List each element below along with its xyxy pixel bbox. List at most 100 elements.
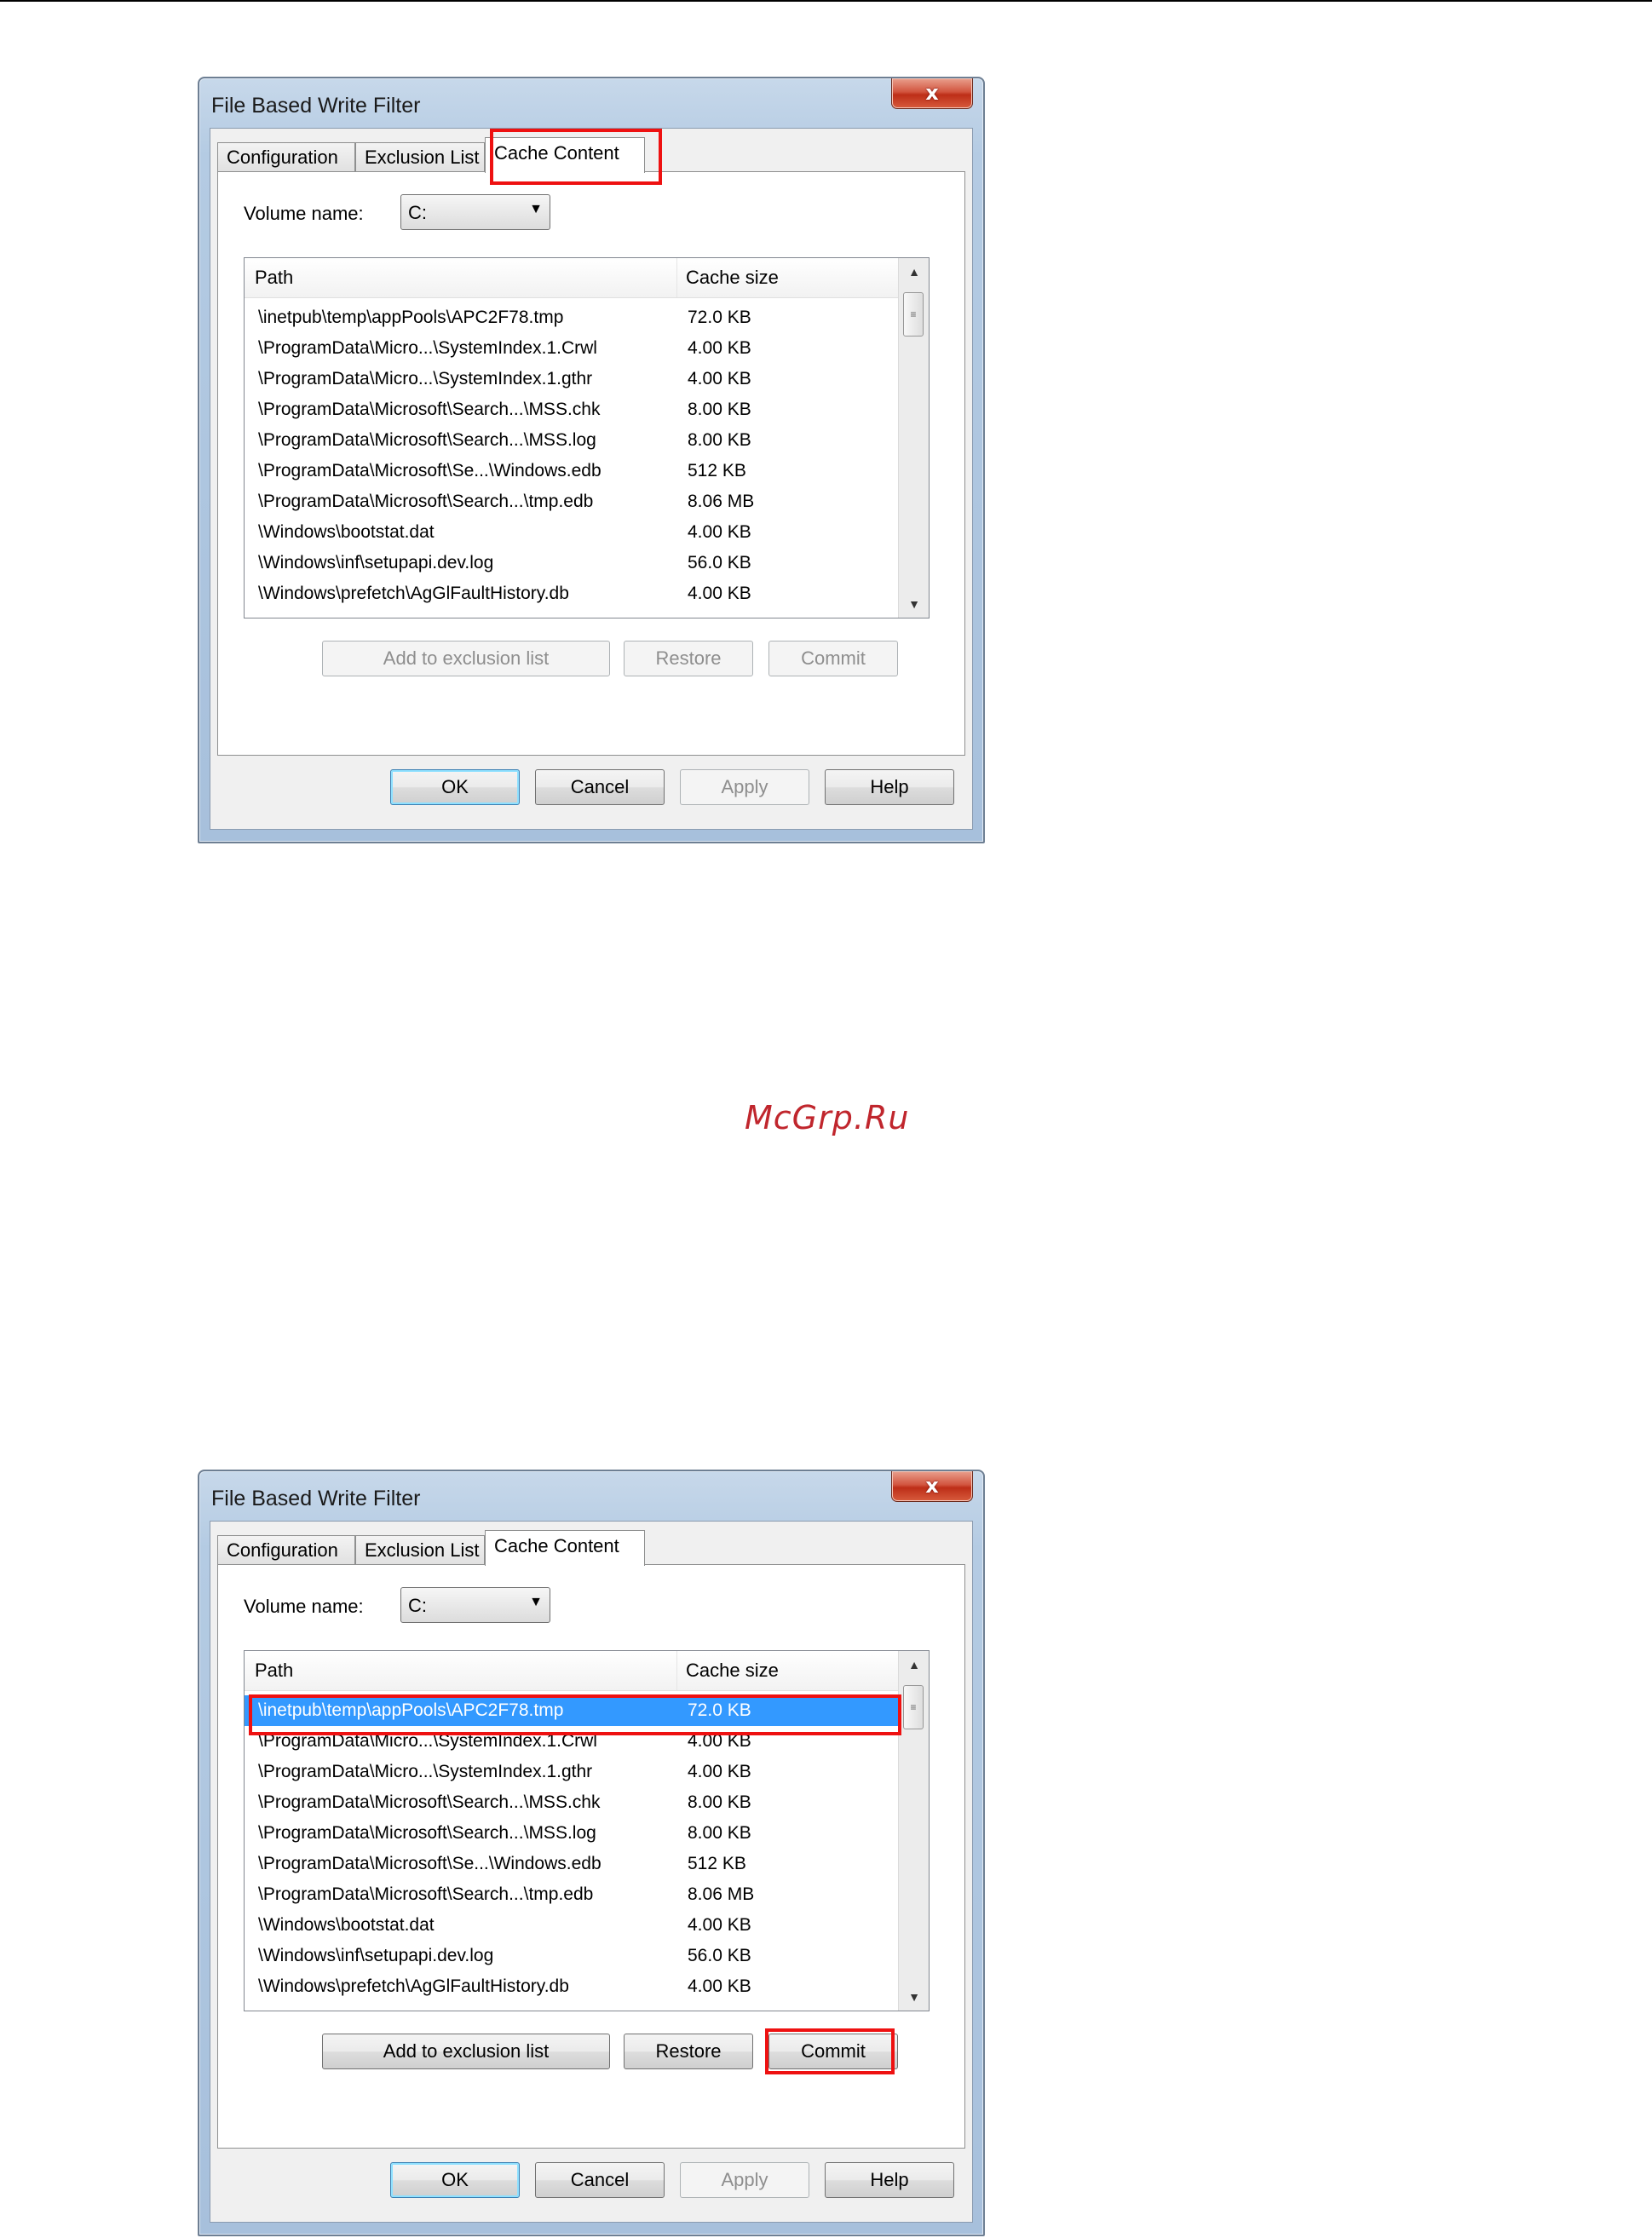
cancel-button[interactable]: Cancel xyxy=(535,2162,665,2198)
row-cache-size: 8.06 MB xyxy=(688,492,755,511)
table-row[interactable]: \ProgramData\Micro...\SystemIndex.1.Crwl… xyxy=(245,333,898,364)
chevron-down-icon: ▼ xyxy=(529,202,543,216)
scroll-down-icon[interactable]: ▼ xyxy=(899,590,929,618)
row-path: \ProgramData\Microsoft\Se...\Windows.edb xyxy=(258,461,602,480)
ok-button[interactable]: OK xyxy=(390,2162,520,2198)
table-row[interactable]: \ProgramData\Microsoft\Search...\MSS.log… xyxy=(245,425,898,456)
tab-configuration[interactable]: Configuration xyxy=(217,1535,355,1564)
volume-select-value: C: xyxy=(408,1595,427,1616)
tab-exclusion-list[interactable]: Exclusion List xyxy=(355,142,485,171)
row-cache-size: 4.00 KB xyxy=(688,1762,751,1781)
column-header-path[interactable]: Path xyxy=(245,1651,677,1690)
add-to-exclusion-list-button[interactable]: Add to exclusion list xyxy=(322,641,610,676)
tab-exclusion-list[interactable]: Exclusion List xyxy=(355,1535,485,1564)
dialog-client: Configuration Exclusion List Cache Conte… xyxy=(210,1521,973,2223)
table-row[interactable]: \Windows\inf\setupapi.dev.log 56.0 KB xyxy=(245,548,898,578)
apply-button[interactable]: Apply xyxy=(680,2162,809,2198)
row-path: \Windows\bootstat.dat xyxy=(258,522,435,542)
vertical-scrollbar[interactable]: ▲ ≡ ▼ xyxy=(898,1651,929,2011)
chevron-down-icon: ▼ xyxy=(529,1595,543,1609)
grip-icon: ≡ xyxy=(910,308,917,320)
fbwf-dialog-2: File Based Write Filter x Configuration … xyxy=(198,1470,985,2236)
table-row[interactable]: \ProgramData\Microsoft\Search...\tmp.edb… xyxy=(245,1879,898,1910)
table-row[interactable]: \Windows\bootstat.dat 4.00 KB xyxy=(245,517,898,548)
scroll-up-icon[interactable]: ▲ xyxy=(899,1651,929,1678)
cache-list[interactable]: Path Cache size \inetpub\temp\appPools\A… xyxy=(244,1650,930,2011)
row-path: \ProgramData\Microsoft\Search...\MSS.log xyxy=(258,1823,596,1843)
row-cache-size: 8.00 KB xyxy=(688,1823,751,1843)
cancel-button[interactable]: Cancel xyxy=(535,769,665,805)
row-path: \ProgramData\Micro...\SystemIndex.1.Crwl xyxy=(258,338,597,358)
table-row[interactable]: \ProgramData\Microsoft\Search...\tmp.edb… xyxy=(245,486,898,517)
row-path: \ProgramData\Microsoft\Search...\tmp.edb xyxy=(258,492,594,511)
close-button[interactable]: x xyxy=(891,78,973,109)
help-button[interactable]: Help xyxy=(825,769,954,805)
tab-cache-content[interactable]: Cache Content xyxy=(485,137,645,173)
close-icon: x xyxy=(925,81,939,105)
row-path: \ProgramData\Micro...\SystemIndex.1.Crwl xyxy=(258,1731,597,1751)
column-header-cache-size[interactable]: Cache size xyxy=(677,258,899,297)
add-to-exclusion-list-button[interactable]: Add to exclusion list xyxy=(322,2034,610,2069)
row-path: \inetpub\temp\appPools\APC2F78.tmp xyxy=(258,1700,564,1720)
table-row[interactable]: \ProgramData\Microsoft\Se...\Windows.edb… xyxy=(245,1849,898,1879)
scroll-up-icon[interactable]: ▲ xyxy=(899,258,929,285)
help-button[interactable]: Help xyxy=(825,2162,954,2198)
row-path: \Windows\prefetch\AgGlFaultHistory.db xyxy=(258,1976,569,1996)
list-rows: \inetpub\temp\appPools\APC2F78.tmp 72.0 K… xyxy=(245,1695,898,2002)
restore-button[interactable]: Restore xyxy=(624,641,753,676)
table-row[interactable]: \ProgramData\Micro...\SystemIndex.1.gthr… xyxy=(245,364,898,394)
apply-button[interactable]: Apply xyxy=(680,769,809,805)
scroll-down-icon[interactable]: ▼ xyxy=(899,1983,929,2011)
table-row[interactable]: \ProgramData\Microsoft\Search...\MSS.chk… xyxy=(245,1787,898,1818)
row-path: \Windows\prefetch\AgGlFaultHistory.db xyxy=(258,584,569,603)
title-bar[interactable]: File Based Write Filter x xyxy=(199,1471,983,1522)
table-row[interactable]: \Windows\prefetch\AgGlFaultHistory.db 4.0… xyxy=(245,1971,898,2002)
row-cache-size: 4.00 KB xyxy=(688,369,751,388)
row-cache-size: 4.00 KB xyxy=(688,338,751,358)
ok-button[interactable]: OK xyxy=(390,769,520,805)
title-bar[interactable]: File Based Write Filter x xyxy=(199,78,983,129)
list-rows: \inetpub\temp\appPools\APC2F78.tmp 72.0 K… xyxy=(245,302,898,609)
row-cache-size: 4.00 KB xyxy=(688,522,751,542)
restore-button[interactable]: Restore xyxy=(624,2034,753,2069)
close-button[interactable]: x xyxy=(891,1471,973,1502)
page-top-rule xyxy=(0,0,1652,2)
table-row[interactable]: \Windows\bootstat.dat 4.00 KB xyxy=(245,1910,898,1941)
table-row[interactable]: \ProgramData\Micro...\SystemIndex.1.Crwl… xyxy=(245,1726,898,1757)
table-row[interactable]: \Windows\inf\setupapi.dev.log 56.0 KB xyxy=(245,1941,898,1971)
list-header: Path Cache size xyxy=(245,258,898,298)
window-title: File Based Write Filter xyxy=(211,94,421,118)
table-row[interactable]: \Windows\prefetch\AgGlFaultHistory.db 4.0… xyxy=(245,578,898,609)
table-row[interactable]: \inetpub\temp\appPools\APC2F78.tmp 72.0 K… xyxy=(245,1695,898,1726)
table-row[interactable]: \ProgramData\Microsoft\Search...\MSS.log… xyxy=(245,1818,898,1849)
column-header-path[interactable]: Path xyxy=(245,258,677,297)
table-row[interactable]: \ProgramData\Microsoft\Se...\Windows.edb… xyxy=(245,456,898,486)
row-path: \ProgramData\Microsoft\Se...\Windows.edb xyxy=(258,1854,602,1873)
volume-select[interactable]: C: ▼ xyxy=(400,194,550,230)
close-icon: x xyxy=(925,1474,939,1498)
table-row[interactable]: \inetpub\temp\appPools\APC2F78.tmp 72.0 K… xyxy=(245,302,898,333)
volume-select-value: C: xyxy=(408,202,427,223)
watermark: McGrp.Ru xyxy=(745,1099,910,1136)
volume-name-label: Volume name: xyxy=(244,1596,364,1617)
row-cache-size: 72.0 KB xyxy=(688,308,751,327)
commit-button[interactable]: Commit xyxy=(768,2034,898,2069)
row-cache-size: 4.00 KB xyxy=(688,584,751,603)
dialog-client: Configuration Exclusion List Cache Conte… xyxy=(210,128,973,830)
table-row[interactable]: \ProgramData\Microsoft\Search...\MSS.chk… xyxy=(245,394,898,425)
commit-button[interactable]: Commit xyxy=(768,641,898,676)
column-header-cache-size[interactable]: Cache size xyxy=(677,1651,899,1690)
scroll-thumb[interactable]: ≡ xyxy=(903,292,924,337)
row-path: \ProgramData\Microsoft\Search...\MSS.chk xyxy=(258,400,601,419)
row-cache-size: 56.0 KB xyxy=(688,553,751,572)
row-cache-size: 512 KB xyxy=(688,461,746,480)
scroll-thumb[interactable]: ≡ xyxy=(903,1685,924,1729)
list-header: Path Cache size xyxy=(245,1651,898,1691)
vertical-scrollbar[interactable]: ▲ ≡ ▼ xyxy=(898,258,929,618)
tab-configuration[interactable]: Configuration xyxy=(217,142,355,171)
cache-list[interactable]: Path Cache size \inetpub\temp\appPools\A… xyxy=(244,257,930,618)
row-path: \ProgramData\Microsoft\Search...\MSS.log xyxy=(258,430,596,450)
tab-cache-content[interactable]: Cache Content xyxy=(485,1530,645,1566)
table-row[interactable]: \ProgramData\Micro...\SystemIndex.1.gthr… xyxy=(245,1757,898,1787)
volume-select[interactable]: C: ▼ xyxy=(400,1587,550,1623)
